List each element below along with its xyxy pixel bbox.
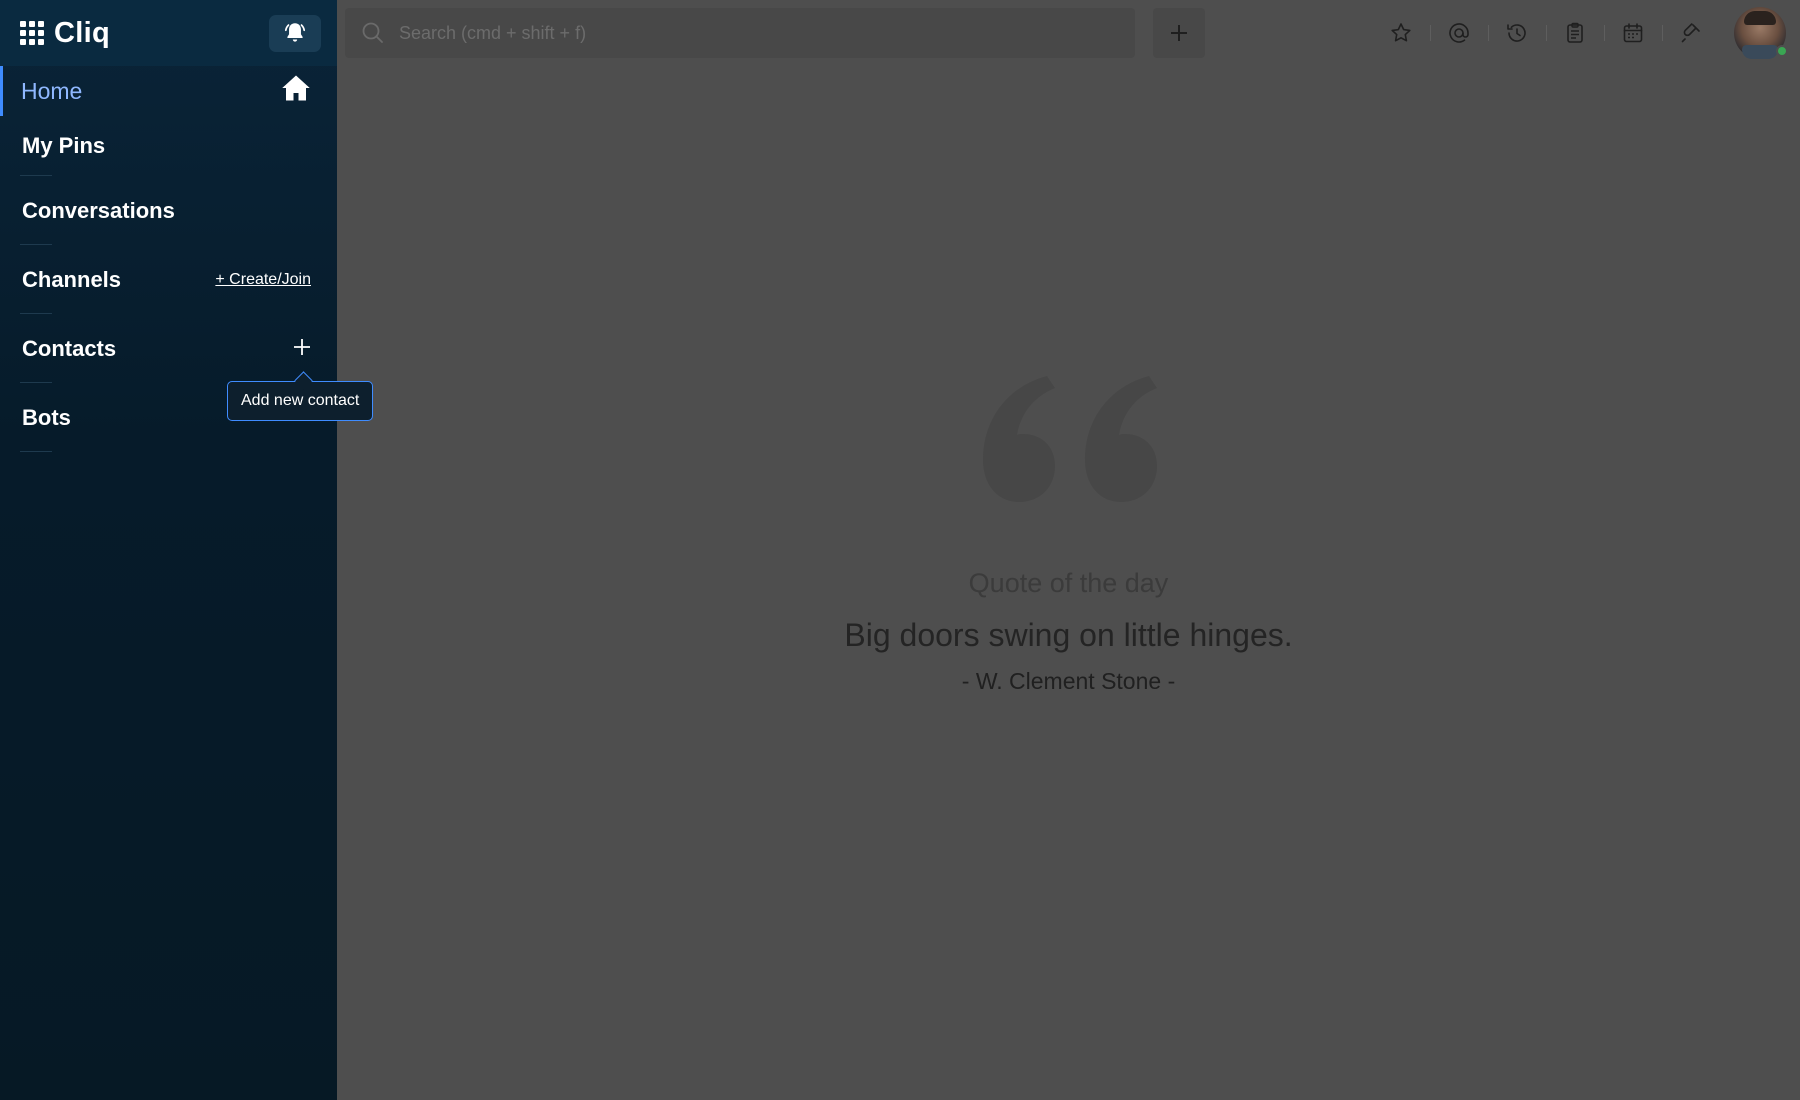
sidebar-item-label: Home (21, 77, 83, 104)
sidebar-item-label: My Pins (22, 133, 106, 158)
main-content: Quote of the day Big doors swing on litt… (337, 66, 1800, 1100)
history-icon (1507, 24, 1526, 42)
sidebar-item-conversations[interactable]: Conversations (0, 176, 337, 245)
star-icon (1391, 23, 1411, 42)
avatar-hair (1744, 11, 1776, 25)
sidebar: Cliq Home My Pins Conversations Channels… (0, 0, 337, 1100)
mention-icon (1449, 23, 1469, 43)
history-button[interactable] (1488, 13, 1546, 53)
sidebar-item-home[interactable]: Home (0, 66, 337, 116)
quote-label: Quote of the day (968, 568, 1169, 598)
app-title: Cliq (54, 16, 110, 49)
sidebar-item-label: Contacts (22, 335, 117, 361)
quote-of-the-day: Quote of the day Big doors swing on litt… (337, 376, 1800, 695)
bell-icon (284, 23, 306, 42)
user-avatar[interactable] (1734, 7, 1788, 59)
calendar-button[interactable] (1604, 13, 1662, 53)
sidebar-item-label: Conversations (22, 197, 175, 223)
add-contact-button[interactable] (293, 336, 311, 362)
sidebar-item-label: Bots (22, 404, 71, 430)
home-icon (281, 74, 311, 108)
integrations-button[interactable] (1662, 13, 1720, 53)
notifications-button[interactable] (269, 14, 321, 52)
plus-icon (1171, 25, 1187, 41)
sidebar-item-contacts[interactable]: Contacts (0, 314, 337, 383)
clipboard-icon (1567, 22, 1583, 43)
top-bar (337, 0, 1800, 66)
search-icon (362, 22, 383, 43)
mentions-button[interactable] (1430, 13, 1488, 53)
toolbar (1372, 7, 1800, 59)
plus-icon (294, 338, 310, 355)
sidebar-header: Cliq (0, 0, 337, 66)
quote-mark-icon (982, 376, 1157, 502)
search-bar[interactable] (345, 8, 1135, 58)
tasks-button[interactable] (1546, 13, 1604, 53)
avatar-shirt (1742, 45, 1778, 59)
sidebar-item-my-pins[interactable]: My Pins (0, 116, 337, 176)
sidebar-item-label: Channels (22, 266, 122, 292)
quote-author: - W. Clement Stone - (961, 668, 1176, 694)
calendar-icon (1623, 23, 1643, 43)
new-chat-button[interactable] (1153, 8, 1205, 58)
plug-icon (1681, 23, 1700, 43)
apps-grid-icon[interactable] (20, 21, 44, 45)
search-input[interactable] (399, 22, 999, 44)
create-join-channel-link[interactable]: + Create/Join (215, 271, 311, 289)
starred-button[interactable] (1372, 13, 1430, 53)
quote-text: Big doors swing on little hinges. (844, 617, 1293, 653)
online-status-indicator (1776, 45, 1788, 57)
sidebar-item-channels[interactable]: Channels + Create/Join (0, 245, 337, 314)
